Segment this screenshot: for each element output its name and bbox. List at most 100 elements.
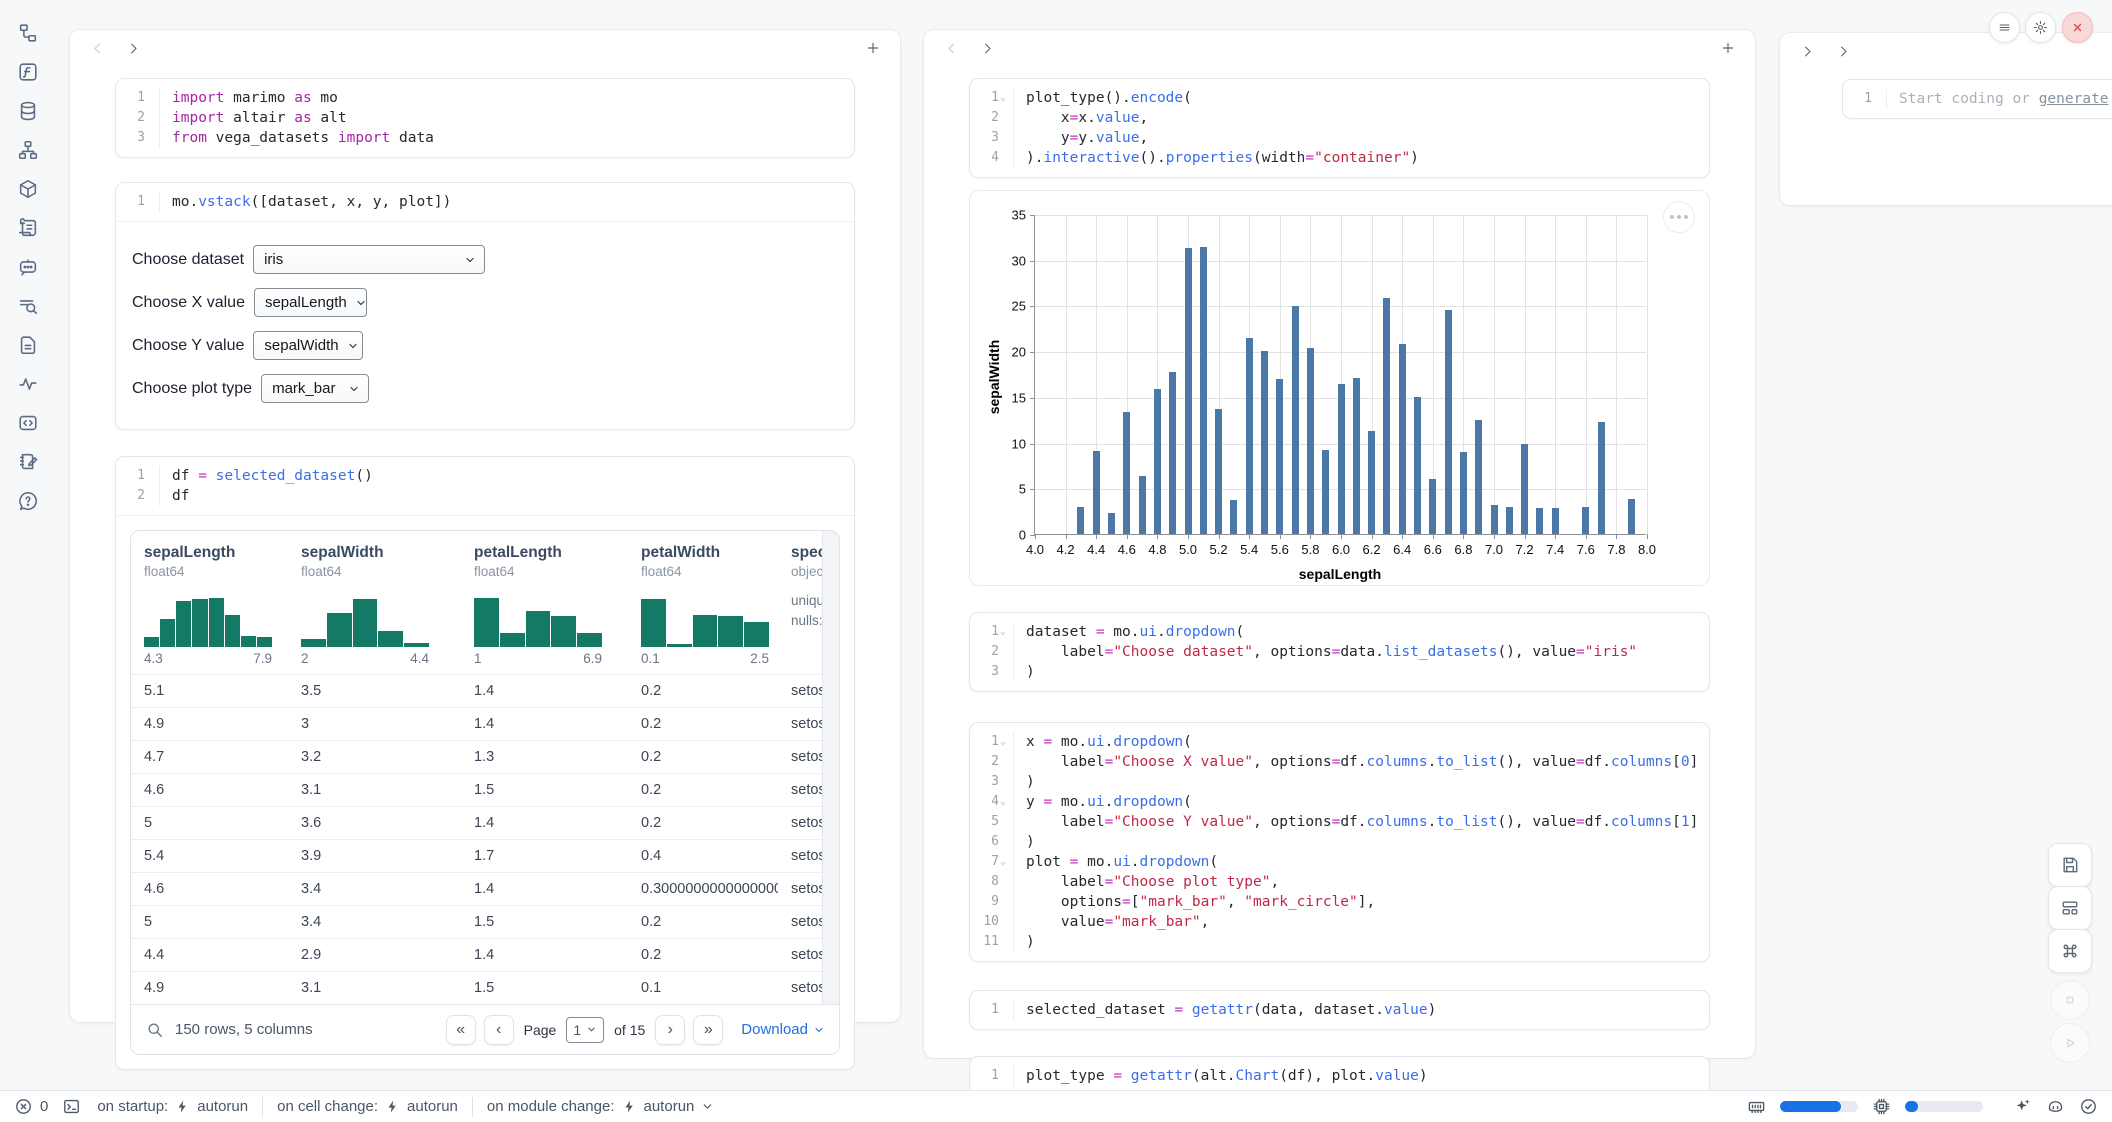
column-forward-button[interactable] xyxy=(122,37,144,59)
errors-indicator[interactable]: 0 xyxy=(14,1097,48,1116)
table-column-header: petalWidthfloat640.12.5 xyxy=(628,544,778,666)
histogram-bar xyxy=(641,599,666,647)
x-tick-label: 4.6 xyxy=(1118,542,1136,557)
code-editor[interactable]: 1selected_dataset = getattr(data, datase… xyxy=(970,991,1709,1029)
code-editor[interactable]: 1⌄plot_type().encode(2 x=x.value,3 y=y.v… xyxy=(970,79,1709,177)
column-back-button[interactable] xyxy=(1796,40,1818,62)
connection-status-icon[interactable] xyxy=(2079,1097,2098,1116)
code-cell: 1⌄plot_type().encode(2 x=x.value,3 y=y.v… xyxy=(969,78,1710,178)
x-tick-label: 4.2 xyxy=(1057,542,1075,557)
shutdown-button[interactable] xyxy=(2062,12,2093,43)
scratchpad-icon[interactable] xyxy=(15,215,41,241)
layout-button[interactable] xyxy=(2048,886,2092,930)
code-line: 3) xyxy=(970,662,1709,682)
chevron-down-icon xyxy=(701,1097,714,1116)
dropdown-choose-x-value[interactable]: sepalLength xyxy=(254,288,367,317)
code-editor[interactable]: 1⌄x = mo.ui.dropdown(2 label="Choose X v… xyxy=(970,723,1709,961)
fold-chevron-icon[interactable]: ⌄ xyxy=(1000,88,1009,108)
packages-icon[interactable] xyxy=(15,176,41,202)
tracing-icon[interactable] xyxy=(15,371,41,397)
terminal-button[interactable] xyxy=(62,1097,81,1116)
column-back-button[interactable] xyxy=(940,37,962,59)
menu-button[interactable] xyxy=(1989,12,2020,43)
dependency-graph-icon[interactable] xyxy=(15,137,41,163)
column-range: 4.37.9 xyxy=(144,651,272,666)
ai-sparkle-icon[interactable] xyxy=(2013,1097,2032,1116)
table-row: 5.43.91.70.4setosa xyxy=(131,839,822,872)
code-cell: 1selected_dataset = getattr(data, datase… xyxy=(969,990,1710,1030)
fold-chevron-icon[interactable]: ⌄ xyxy=(1000,852,1009,872)
dropdown-choose-y-value[interactable]: sepalWidth xyxy=(253,331,363,360)
histogram-bar xyxy=(693,615,718,647)
notebook-icon[interactable] xyxy=(15,449,41,475)
first-page-button[interactable]: « xyxy=(446,1015,476,1045)
column-forward-button[interactable] xyxy=(1832,40,1854,62)
file-explorer-icon[interactable] xyxy=(15,20,41,46)
code-editor[interactable]: 1mo.vstack([dataset, x, y, plot]) xyxy=(116,183,854,221)
code-editor[interactable]: 1Start coding or generate with xyxy=(1843,80,2112,118)
chart-bar xyxy=(1185,248,1192,534)
y-axis-title: sepalWidth xyxy=(986,297,1002,457)
fold-chevron-icon[interactable]: ⌄ xyxy=(1000,622,1009,642)
download-button[interactable]: Download xyxy=(741,1021,825,1038)
y-tick-label: 0 xyxy=(1019,528,1026,543)
add-cell-button[interactable] xyxy=(1717,37,1739,59)
help-icon[interactable] xyxy=(15,488,41,514)
column-back-button[interactable] xyxy=(86,37,108,59)
settings-button[interactable] xyxy=(2025,12,2056,43)
column-header xyxy=(924,30,1755,66)
table-cell: 0.2 xyxy=(628,914,778,930)
page-select[interactable]: 1 xyxy=(566,1017,604,1043)
memory-usage-meter xyxy=(1780,1101,1858,1112)
dataframe-table: sepalLengthfloat644.37.9sepalWidthfloat6… xyxy=(130,530,840,1055)
column-forward-button[interactable] xyxy=(976,37,998,59)
copilot-icon[interactable] xyxy=(2046,1097,2065,1116)
next-page-button[interactable]: › xyxy=(655,1015,685,1045)
save-button[interactable] xyxy=(2048,843,2092,887)
code-line: 1⌄dataset = mo.ui.dropdown( xyxy=(970,622,1709,642)
column-name: petalLength xyxy=(474,544,628,562)
chart-actions-button[interactable] xyxy=(1663,201,1695,233)
documentation-icon[interactable] xyxy=(15,332,41,358)
divider xyxy=(472,1097,473,1117)
table-cell: 0.2 xyxy=(628,683,778,699)
axis-tick xyxy=(1219,534,1220,539)
add-cell-button[interactable] xyxy=(862,37,884,59)
table-scrollbar[interactable] xyxy=(822,531,839,1004)
gridline xyxy=(1586,215,1587,534)
logs-icon[interactable] xyxy=(15,293,41,319)
dropdown-choose-plot-type[interactable]: mark_bar xyxy=(261,374,369,403)
code-text: label="Choose plot type", xyxy=(1014,872,1279,892)
altair-chart-output[interactable]: 4.04.24.44.64.85.05.25.45.65.86.06.26.46… xyxy=(969,190,1710,586)
snippets-icon[interactable] xyxy=(15,410,41,436)
empty-cell[interactable]: 1Start coding or generate with xyxy=(1842,79,2112,119)
histogram-bar xyxy=(327,613,352,647)
code-editor[interactable]: 1import marimo as mo2import altair as al… xyxy=(116,79,854,157)
run-setting-on-cell-change[interactable]: on cell change:autorun xyxy=(277,1097,458,1116)
column-min: 2 xyxy=(301,651,309,666)
table-cell: 1.3 xyxy=(461,749,628,765)
search-icon[interactable] xyxy=(145,1020,165,1040)
datasources-icon[interactable] xyxy=(15,98,41,124)
last-page-button[interactable]: » xyxy=(693,1015,723,1045)
chat-icon[interactable] xyxy=(15,254,41,280)
table-cell: 1.5 xyxy=(461,980,628,996)
control-label: Choose Y value xyxy=(132,337,244,355)
stop-button[interactable] xyxy=(2050,980,2090,1020)
fold-chevron-icon[interactable]: ⌄ xyxy=(1000,792,1009,812)
histogram-bar xyxy=(378,631,403,647)
code-editor[interactable]: 1df = selected_dataset()2df xyxy=(116,457,854,515)
code-line: 1⌄plot_type().encode( xyxy=(970,88,1709,108)
generate-with-ai-link[interactable]: generate xyxy=(2039,91,2109,107)
code-editor[interactable]: 1⌄dataset = mo.ui.dropdown(2 label="Choo… xyxy=(970,613,1709,691)
shortcuts-button[interactable] xyxy=(2048,929,2092,973)
run-setting-on-startup[interactable]: on startup:autorun xyxy=(97,1097,248,1116)
function-icon[interactable] xyxy=(15,59,41,85)
fold-chevron-icon[interactable]: ⌄ xyxy=(1000,732,1009,752)
y-tick-label: 25 xyxy=(1012,299,1026,314)
run-all-button[interactable] xyxy=(2050,1023,2090,1063)
dropdown-choose-dataset[interactable]: iris xyxy=(253,245,485,274)
prev-page-button[interactable]: ‹ xyxy=(484,1015,514,1045)
run-setting-on-module-change[interactable]: on module change:autorun xyxy=(487,1097,714,1116)
y-tick-label: 15 xyxy=(1012,390,1026,405)
